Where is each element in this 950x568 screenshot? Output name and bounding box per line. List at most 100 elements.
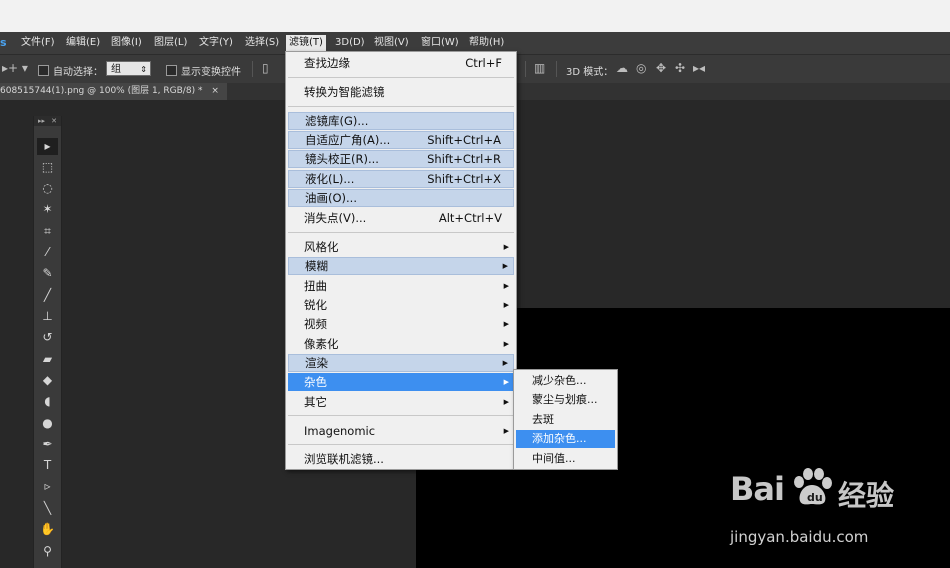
submenu-item-add-noise[interactable]: 添加杂色...	[516, 430, 615, 448]
magic-wand-tool-icon[interactable]: ✶	[37, 201, 58, 218]
menu-item-stylize[interactable]: 风格化 ▶	[288, 238, 514, 256]
auto-select-checkbox[interactable]: 自动选择：	[38, 63, 103, 78]
pen-tool-icon[interactable]: ✒	[37, 436, 58, 453]
menu-image[interactable]: 图像(I)	[108, 35, 145, 51]
submenu-item-reduce-noise[interactable]: 减少杂色...	[516, 372, 615, 390]
menu-item-other[interactable]: 其它 ▶	[288, 393, 514, 411]
menu-item-oil-paint[interactable]: 油画(O)...	[288, 189, 514, 207]
brush-tool-icon[interactable]: ╱	[37, 287, 58, 304]
submenu-arrow-icon: ▶	[503, 340, 509, 348]
submenu-arrow-icon: ▶	[503, 282, 509, 290]
line-tool-icon[interactable]: ╲	[37, 500, 58, 517]
submenu-arrow-icon: ▶	[503, 398, 509, 406]
menu-layer[interactable]: 图层(L)	[151, 35, 190, 51]
blur-tool-icon[interactable]: ◖	[37, 393, 58, 410]
lasso-tool-icon[interactable]: ◌	[37, 180, 58, 197]
menu-item-imagenomic[interactable]: Imagenomic ▶	[288, 422, 514, 440]
show-transform-label: 显示变换控件	[181, 67, 241, 78]
menu-view[interactable]: 视图(V)	[371, 35, 412, 51]
menu-3d[interactable]: 3D(D)	[332, 35, 368, 51]
menu-filter[interactable]: 滤镜(T)	[286, 35, 326, 51]
3d-scale-icon[interactable]: ▸◂	[693, 61, 705, 75]
watermark-url: jingyan.baidu.com	[730, 528, 869, 546]
menu-item-find-edges[interactable]: 查找边缘 Ctrl+F	[288, 54, 514, 72]
menu-item-convert-smart-filters[interactable]: 转换为智能滤镜	[288, 83, 514, 101]
auto-align-icon[interactable]: ▥	[534, 61, 545, 75]
move-tool-icon[interactable]: ▸	[37, 138, 58, 155]
hand-tool-icon[interactable]: ✋	[37, 521, 58, 538]
eyedropper-tool-icon[interactable]: ⁄	[37, 244, 58, 261]
show-transform-checkbox[interactable]: 显示变换控件	[166, 63, 241, 78]
menu-file[interactable]: 文件(F)	[18, 35, 58, 51]
move-tool-preset-icon[interactable]: ▸+ ▾	[2, 61, 28, 75]
clone-stamp-tool-icon[interactable]: ⊥	[37, 308, 58, 325]
path-selection-tool-icon[interactable]: ▹	[37, 478, 58, 495]
noise-submenu: 减少杂色... 蒙尘与划痕... 去斑 添加杂色... 中间值...	[513, 369, 618, 470]
menu-help[interactable]: 帮助(H)	[466, 35, 507, 51]
submenu-arrow-icon: ▶	[503, 427, 509, 435]
submenu-arrow-icon: ▶	[503, 301, 509, 309]
submenu-item-median[interactable]: 中间值...	[516, 450, 615, 468]
eraser-tool-icon[interactable]: ▰	[37, 351, 58, 368]
crop-tool-icon[interactable]: ⌗	[37, 223, 58, 240]
zoom-tool-icon[interactable]: ⚲	[37, 543, 58, 560]
menu-divider	[288, 444, 514, 445]
menu-item-filter-gallery[interactable]: 滤镜库(G)...	[288, 112, 514, 130]
submenu-arrow-icon: ▶	[502, 359, 508, 367]
paint-bucket-tool-icon[interactable]: ◆	[37, 372, 58, 389]
photoshop-logo: s	[0, 36, 7, 49]
watermark-jingyan-text: 经验	[838, 479, 895, 512]
menu-type[interactable]: 文字(Y)	[196, 35, 236, 51]
paw-logo-icon: du	[794, 468, 832, 505]
type-tool-icon[interactable]: T	[37, 457, 58, 474]
menu-item-render[interactable]: 渲染 ▶	[288, 354, 514, 372]
menu-item-video[interactable]: 视频 ▶	[288, 315, 514, 333]
menu-divider	[288, 77, 514, 78]
menu-divider	[288, 106, 514, 107]
stepper-arrows-icon: ⇕	[140, 65, 147, 74]
marquee-tool-icon[interactable]: ⬚	[37, 159, 58, 176]
document-tab-title: 608515744(1).png @ 100% (图层 1, RGB/8) *	[0, 86, 203, 96]
auto-select-label: 自动选择：	[53, 67, 103, 78]
menu-item-sharpen[interactable]: 锐化 ▶	[288, 296, 514, 314]
tools-panel: ▸▸ ✕ ▸ ⬚ ◌ ✶ ⌗ ⁄ ✎ ╱ ⊥ ↺ ▰ ◆ ◖ ● ✒ T ▹ ╲ ✋ ⚲	[33, 116, 62, 568]
dodge-tool-icon[interactable]: ●	[37, 415, 58, 432]
menu-item-blur[interactable]: 模糊 ▶	[288, 257, 514, 275]
expand-icon[interactable]: ▸▸	[38, 116, 45, 126]
menu-item-lens-correction[interactable]: 镜头校正(R)... Shift+Ctrl+R	[288, 150, 514, 168]
menu-item-distort[interactable]: 扭曲 ▶	[288, 277, 514, 295]
3d-rotate-icon[interactable]: ☁	[616, 61, 628, 75]
watermark-brand-text: Bai	[730, 470, 785, 508]
submenu-arrow-icon: ▶	[502, 262, 508, 270]
close-icon[interactable]: ×	[211, 86, 219, 96]
baidu-jingyan-watermark: Bai du 经验 jingyan.baidu.com	[728, 468, 938, 550]
menu-edit[interactable]: 编辑(E)	[63, 35, 103, 51]
filter-menu: 查找边缘 Ctrl+F 转换为智能滤镜 滤镜库(G)... 自适应广角(A)...…	[285, 51, 517, 470]
menu-item-noise[interactable]: 杂色 ▶	[288, 373, 514, 391]
3d-roll-icon[interactable]: ◎	[636, 61, 646, 75]
menu-item-browse-filters-online[interactable]: 浏览联机滤镜...	[288, 450, 514, 468]
options-divider	[525, 61, 526, 77]
align-top-icon[interactable]: ▯	[262, 61, 269, 75]
menu-divider	[288, 415, 514, 416]
auto-select-dropdown[interactable]: 组 ⇕	[106, 61, 151, 76]
menu-item-vanishing-point[interactable]: 消失点(V)... Alt+Ctrl+V	[288, 209, 514, 227]
options-divider	[556, 61, 557, 77]
menu-select[interactable]: 选择(S)	[242, 35, 282, 51]
menu-item-liquify[interactable]: 液化(L)... Shift+Ctrl+X	[288, 170, 514, 188]
history-brush-tool-icon[interactable]: ↺	[37, 329, 58, 346]
menu-divider	[288, 232, 514, 233]
submenu-item-dust-scratches[interactable]: 蒙尘与划痕...	[516, 391, 615, 409]
submenu-arrow-icon: ▶	[503, 378, 509, 386]
healing-brush-tool-icon[interactable]: ✎	[37, 265, 58, 282]
3d-drag-icon[interactable]: ✥	[656, 61, 666, 75]
auto-select-value: 组	[111, 64, 121, 75]
tools-panel-header[interactable]: ▸▸ ✕	[34, 116, 61, 126]
document-tab[interactable]: 608515744(1).png @ 100% (图层 1, RGB/8) * …	[0, 83, 227, 100]
close-icon[interactable]: ✕	[51, 116, 57, 126]
menu-item-pixelate[interactable]: 像素化 ▶	[288, 335, 514, 353]
menu-item-adaptive-wide-angle[interactable]: 自适应广角(A)... Shift+Ctrl+A	[288, 131, 514, 149]
3d-slide-icon[interactable]: ✣	[675, 61, 685, 75]
menu-window[interactable]: 窗口(W)	[418, 35, 462, 51]
submenu-item-despeckle[interactable]: 去斑	[516, 411, 615, 429]
